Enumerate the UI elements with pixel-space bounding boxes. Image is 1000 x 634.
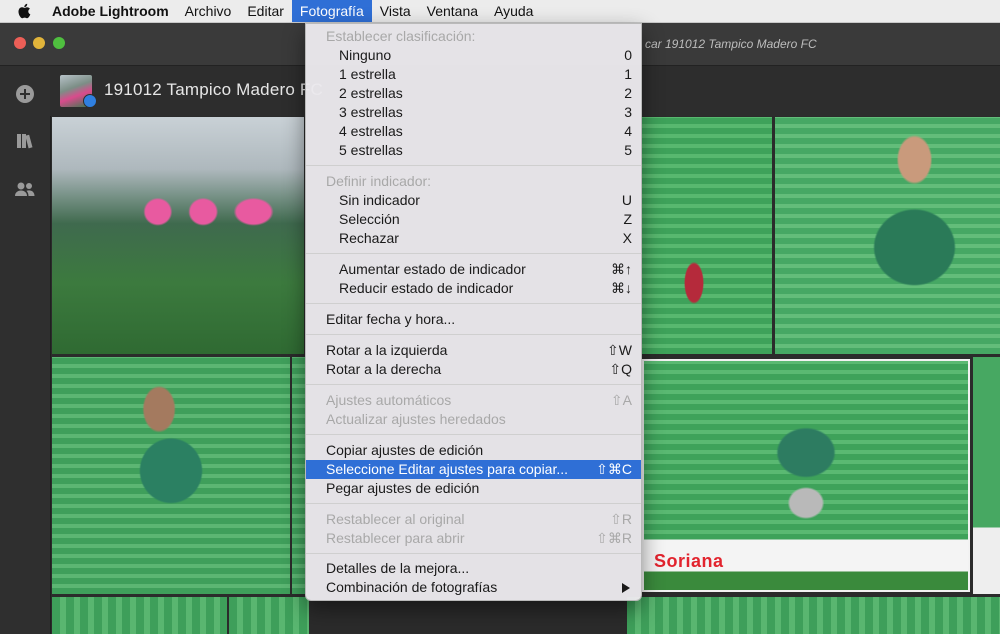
rating-section-header: Establecer clasificación: [326, 28, 476, 44]
photo-bottom-3[interactable] [627, 597, 1000, 634]
menu-separator [306, 303, 641, 304]
menu-item-reject[interactable]: Rechazar X [306, 229, 641, 248]
menu-item-pick[interactable]: Selección Z [306, 210, 641, 229]
menu-item-unflag[interactable]: Sin indicador U [306, 191, 641, 210]
menu-ventana[interactable]: Ventana [419, 0, 486, 22]
menu-separator [306, 434, 641, 435]
photo-bottom-1[interactable] [52, 597, 227, 634]
maximize-window-button[interactable] [53, 37, 65, 49]
menu-item-photo-merge[interactable]: Combinación de fotografías [306, 578, 641, 597]
menu-bar: Adobe Lightroom Archivo Editar Fotografí… [0, 0, 1000, 23]
menu-separator [306, 253, 641, 254]
photo-player-vest[interactable] [775, 117, 1000, 354]
add-plus-icon[interactable] [13, 82, 37, 106]
album-title: 191012 Tampico Madero FC [104, 80, 323, 99]
close-window-button[interactable] [14, 37, 26, 49]
fotografia-dropdown-menu: Establecer clasificación: Ninguno 0 1 es… [305, 23, 642, 601]
window-title: car 191012 Tampico Madero FC [645, 37, 817, 51]
photo-goalkeeper-ball[interactable] [642, 117, 772, 354]
menu-item-enhance-details[interactable]: Detalles de la mejora... [306, 559, 641, 578]
menu-item-reset-to-open: Restablecer para abrir ⇧⌘R [326, 530, 632, 546]
menu-editar[interactable]: Editar [239, 0, 292, 22]
menu-item-rotate-right[interactable]: Rotar a la derecha ⇧Q [306, 360, 641, 379]
menu-separator [306, 553, 641, 554]
menu-item-auto-settings: Ajustes automáticos ⇧A [326, 392, 632, 408]
menu-item-rating-3[interactable]: 3 estrellas 3 [306, 103, 641, 122]
photo-player-running[interactable] [52, 357, 290, 594]
menu-item-increase-flag[interactable]: Aumentar estado de indicador ⌘↑ [306, 260, 641, 279]
flag-section-header: Definir indicador: [326, 173, 432, 189]
photo-edge-right[interactable] [973, 357, 1000, 594]
left-icon-rail [0, 66, 51, 634]
photo-ad-text: Soriana [654, 551, 724, 571]
menu-item-reset-original: Restablecer al original ⇧R [326, 511, 632, 527]
menu-app-name[interactable]: Adobe Lightroom [44, 0, 177, 22]
menu-item-rating-4[interactable]: 4 estrellas 4 [306, 122, 641, 141]
people-icon[interactable] [13, 177, 37, 201]
menu-item-rating-5[interactable]: 5 estrellas 5 [306, 141, 641, 160]
menu-vista[interactable]: Vista [372, 0, 419, 22]
menu-item-update-legacy: Actualizar ajustes heredados [326, 411, 506, 427]
apple-logo-icon[interactable] [14, 3, 34, 19]
menu-item-paste-edit-settings[interactable]: Pegar ajustes de edición [306, 479, 641, 498]
photo-bottom-2[interactable] [229, 597, 309, 634]
photo-referees[interactable] [52, 117, 304, 354]
menu-fotografia[interactable]: Fotografía [291, 0, 372, 22]
menu-item-rating-none[interactable]: Ninguno 0 [306, 46, 641, 65]
album-shared-badge-icon [83, 94, 97, 108]
menu-item-rotate-left[interactable]: Rotar a la izquierda ⇧W [306, 341, 641, 360]
menu-item-select-edit-settings-to-copy[interactable]: Seleccione Editar ajustes para copiar...… [306, 460, 641, 479]
menu-separator [306, 334, 641, 335]
submenu-arrow-icon [622, 583, 630, 593]
menu-separator [306, 165, 641, 166]
photo-partial[interactable] [292, 357, 306, 594]
menu-item-rating-2[interactable]: 2 estrellas 2 [306, 84, 641, 103]
menu-separator [306, 503, 641, 504]
menu-separator [306, 384, 641, 385]
library-books-icon[interactable] [13, 129, 37, 153]
menu-item-rating-1[interactable]: 1 estrella 1 [306, 65, 641, 84]
menu-item-decrease-flag[interactable]: Reducir estado de indicador ⌘↓ [306, 279, 641, 298]
menu-item-edit-date[interactable]: Editar fecha y hora... [306, 310, 641, 329]
menu-ayuda[interactable]: Ayuda [486, 0, 541, 22]
menu-archivo[interactable]: Archivo [177, 0, 240, 22]
menu-item-copy-edit-settings[interactable]: Copiar ajustes de edición [306, 441, 641, 460]
photo-player-selected[interactable]: Soriana [642, 359, 970, 592]
minimize-window-button[interactable] [33, 37, 45, 49]
